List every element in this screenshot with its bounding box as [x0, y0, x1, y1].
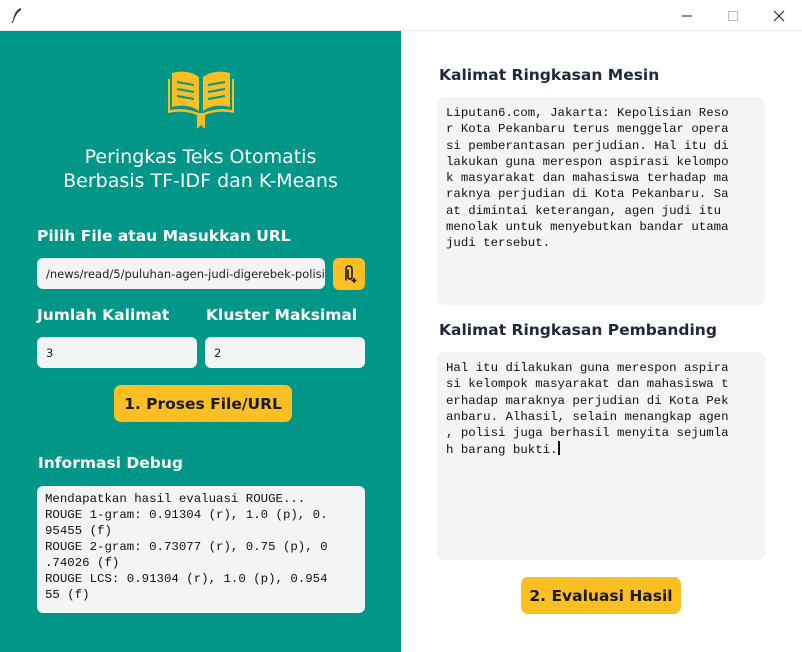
debug-line: .74026 (f) — [45, 556, 120, 570]
app-title: Peringkas Teks Otomatis Berbasis TF-IDF … — [0, 145, 401, 193]
app-title-line: Peringkas Teks Otomatis — [84, 146, 317, 168]
feather-icon — [11, 8, 21, 24]
window-titlebar — [0, 0, 802, 31]
text-line: lakukan guna merespon aspirasi kelompo — [446, 154, 729, 169]
machine-summary-label: Kalimat Ringkasan Mesin — [439, 66, 660, 84]
debug-label: Informasi Debug — [38, 454, 183, 472]
file-add-icon — [345, 265, 357, 283]
text-line: Liputan6.com, Jakarta: Kepolisian Reso — [446, 106, 729, 120]
text-line: k masyarakat dan mahasiswa terhadap ma — [446, 171, 729, 186]
text-line: h barang bukti. — [446, 443, 558, 458]
app-title-line: Berbasis TF-IDF dan K-Means — [63, 170, 338, 192]
text-cursor — [557, 441, 560, 456]
url-input[interactable]: /news/read/5/puluhan-agen-judi-digerebek… — [37, 258, 325, 289]
close-button[interactable] — [756, 0, 802, 31]
reference-summary-text[interactable]: Hal itu dilakukan guna merespon aspira s… — [437, 352, 765, 560]
debug-output[interactable]: Mendapatkan hasil evaluasi ROUGE... ROUG… — [37, 486, 365, 613]
evaluate-button[interactable]: 2. Evaluasi Hasil — [521, 577, 681, 614]
debug-line: ROUGE LCS: 0.91304 (r), 1.0 (p), 0.954 — [45, 572, 328, 586]
text-line: , polisi juga berhasil menyita sejumla — [446, 426, 729, 441]
close-icon — [773, 10, 785, 21]
reference-summary-label: Kalimat Ringkasan Pembanding — [439, 321, 717, 339]
text-line: anbaru. Alhasil, selain menangkap agen — [446, 409, 729, 424]
text-line: r Kota Pekanbaru terus menggelar opera — [446, 122, 729, 137]
minimize-button[interactable] — [664, 0, 710, 31]
text-line: erhadap maraknya perjudian di Kota Pek — [446, 393, 729, 408]
sentence-count-label: Jumlah Kalimat — [37, 306, 170, 324]
text-line: menolak untuk menyebutkan bandar utama — [446, 220, 729, 235]
text-line: raknya perjudian di Kota Pekanbaru. Sa — [446, 187, 729, 202]
maximize-button[interactable] — [710, 0, 756, 31]
text-line-last: h barang bukti. — [446, 441, 756, 458]
book-logo-icon — [168, 71, 234, 129]
machine-summary-text[interactable]: Liputan6.com, Jakarta: Kepolisian Reso r… — [437, 97, 765, 305]
text-line: Hal itu dilakukan guna merespon aspira — [446, 361, 729, 375]
sentence-count-input[interactable]: 3 — [37, 337, 197, 368]
browse-file-button[interactable] — [333, 258, 365, 290]
text-line: at dimintai keterangan, agen judi itu — [446, 203, 722, 218]
minimize-icon — [682, 15, 692, 16]
file-url-label: Pilih File atau Masukkan URL — [37, 227, 291, 245]
text-line: si pemberantasan perjudian. Hal itu di — [446, 138, 729, 153]
control-panel: Peringkas Teks Otomatis Berbasis TF-IDF … — [0, 31, 401, 652]
process-file-button[interactable]: 1. Proses File/URL — [114, 385, 292, 422]
debug-line: 55 (f) — [45, 588, 90, 602]
debug-line: 95455 (f) — [45, 524, 112, 538]
text-line: judi tersebut. — [446, 236, 551, 251]
max-cluster-label: Kluster Maksimal — [206, 306, 358, 324]
debug-line: Mendapatkan hasil evaluasi ROUGE... — [45, 492, 306, 506]
max-cluster-input[interactable]: 2 — [205, 337, 365, 368]
debug-line: ROUGE 1-gram: 0.91304 (r), 1.0 (p), 0. — [45, 508, 328, 522]
maximize-icon — [728, 10, 738, 21]
text-line: si kelompok masyarakat dan mahasiswa t — [446, 377, 729, 392]
debug-line: ROUGE 2-gram: 0.73077 (r), 0.75 (p), 0 — [45, 540, 328, 554]
